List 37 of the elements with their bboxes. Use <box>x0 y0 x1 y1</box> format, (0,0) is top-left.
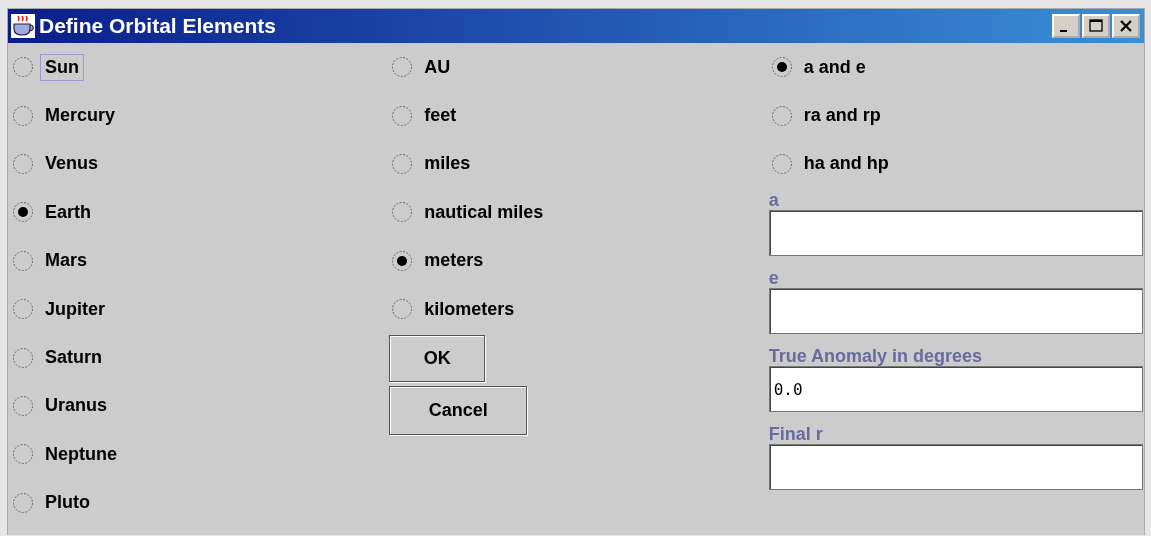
ok-button[interactable]: OK <box>389 335 486 383</box>
minimize-button[interactable] <box>1052 14 1080 38</box>
input-field[interactable]: 0.0 <box>768 366 1143 413</box>
radio-option[interactable]: nautical miles <box>419 198 549 226</box>
close-button[interactable] <box>1112 14 1140 38</box>
minimize-icon <box>1060 30 1067 32</box>
window-title: Define Orbital Elements <box>39 14 277 38</box>
radio-option[interactable]: Mars <box>40 247 93 275</box>
radio-option[interactable]: meters <box>419 247 489 275</box>
radio-option[interactable]: Neptune <box>40 440 122 468</box>
radio-option[interactable]: ra and rp <box>798 102 886 130</box>
input-field[interactable] <box>768 444 1143 491</box>
maximize-icon <box>1088 19 1104 33</box>
radio-option[interactable]: kilometers <box>419 295 520 323</box>
cancel-button[interactable]: Cancel <box>389 386 528 436</box>
radio-option[interactable]: a and e <box>798 53 871 81</box>
radio-option[interactable]: Saturn <box>40 344 107 372</box>
maximize-button[interactable] <box>1082 14 1110 38</box>
radio-option[interactable]: miles <box>419 150 476 178</box>
input-field[interactable] <box>768 210 1143 257</box>
radio-option[interactable]: feet <box>419 102 462 130</box>
radio-option[interactable]: Uranus <box>40 392 112 420</box>
input-field[interactable] <box>768 288 1143 335</box>
radio-option[interactable]: Venus <box>40 150 104 178</box>
radio-option[interactable]: Pluto <box>40 489 95 517</box>
radio-option[interactable]: Earth <box>40 198 96 226</box>
field-label: a <box>768 190 780 211</box>
radio-option[interactable]: Mercury <box>40 102 121 130</box>
field-label: Final r <box>768 424 824 445</box>
radio-option[interactable]: ha and hp <box>798 150 894 178</box>
cup-icon <box>11 14 35 38</box>
radio-option[interactable]: AU <box>419 53 456 81</box>
field-label: True Anomaly in degrees <box>768 346 984 367</box>
field-label: e <box>768 268 780 289</box>
radio-option[interactable]: Sun <box>40 53 84 81</box>
close-icon <box>1118 19 1134 33</box>
radio-option[interactable]: Jupiter <box>40 295 110 323</box>
